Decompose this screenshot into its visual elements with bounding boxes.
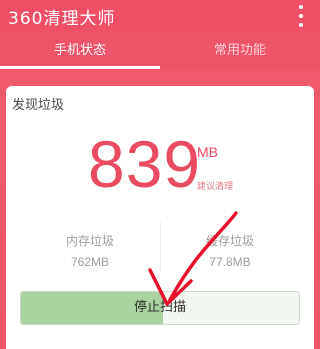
memory-junk-value: 762MB: [70, 255, 110, 269]
junk-amount: 839: [88, 127, 202, 201]
section-title: 发现垃圾: [12, 98, 65, 113]
tab-common-functions[interactable]: 常用功能: [160, 34, 320, 70]
title-bar: 360清理大师: [0, 0, 320, 34]
stop-scan-button[interactable]: 停止扫描: [20, 291, 300, 325]
cache-junk-stat: 缓存垃圾 77.8MB: [180, 232, 280, 269]
memory-junk-label: 内存垃圾: [65, 234, 114, 248]
tab-bar: 手机状态 常用功能: [0, 34, 320, 70]
more-vertical-icon[interactable]: [298, 5, 304, 27]
memory-junk-stat: 内存垃圾 762MB: [40, 232, 140, 269]
tab-active-indicator: [0, 66, 160, 69]
cache-junk-value: 77.8MB: [209, 255, 251, 269]
junk-unit: MB: [197, 144, 218, 160]
app-title: 360清理大师: [8, 9, 116, 29]
tab-phone-status[interactable]: 手机状态: [0, 34, 160, 70]
cache-junk-label: 缓存垃圾: [205, 234, 254, 248]
stats-divider: [160, 222, 161, 272]
scan-card: 发现垃圾 839 MB 建议清理 内存垃圾 762MB 缓存垃圾 77.8MB …: [6, 86, 314, 349]
stop-scan-label: 停止扫描: [133, 300, 186, 315]
suggestion-text: 建议清理: [197, 182, 234, 192]
